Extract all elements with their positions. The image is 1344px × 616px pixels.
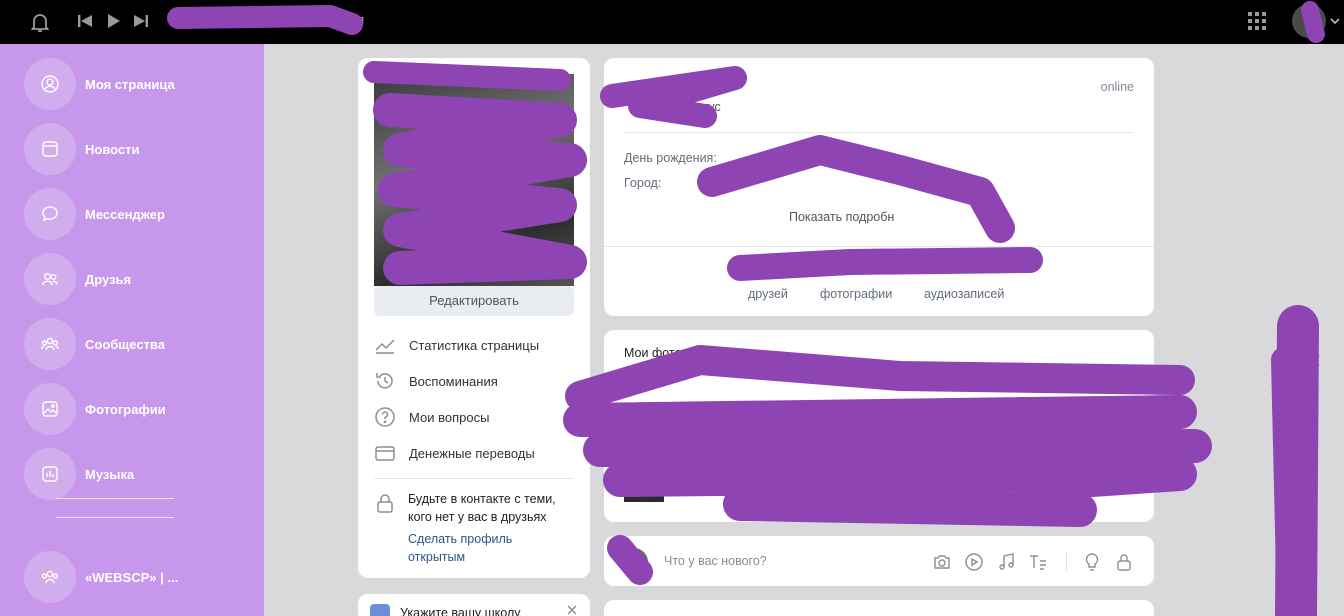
compose-divider	[1066, 553, 1067, 571]
stats-icon	[375, 339, 395, 354]
edit-profile-button[interactable]: Редактировать	[374, 286, 574, 316]
sidebar-item-label: Сообщества	[85, 336, 165, 352]
wall-card	[604, 600, 1154, 616]
lock-icon[interactable]	[1114, 552, 1134, 572]
counter-friends[interactable]: друзей	[748, 287, 788, 301]
sidebar-item-communities[interactable]: Сообщества	[24, 318, 254, 370]
news-icon	[42, 141, 58, 157]
video-icon[interactable]	[964, 552, 984, 572]
lightbulb-icon[interactable]	[1082, 552, 1102, 572]
sidebar-item-label: «WEBSCP» | ...	[85, 569, 179, 585]
school-prompt-text: Укажите вашу школу	[400, 606, 521, 616]
photos-title[interactable]: Мои фотогр	[624, 346, 693, 360]
new-post-input[interactable]: Что у вас нового?	[664, 554, 767, 568]
sidebar-item-community-webscp[interactable]: «WEBSCP» | ...	[24, 551, 254, 603]
sidebar-item-label: Музыка	[85, 466, 135, 482]
profile-card: Редактировать Статистика страницы Воспом…	[358, 58, 590, 578]
school-prompt-card[interactable]: Укажите вашу школу	[358, 594, 590, 616]
music-note-icon[interactable]	[996, 552, 1016, 572]
sidebar-item-label: Новости	[85, 141, 140, 157]
play-icon[interactable]	[106, 12, 122, 30]
next-track-icon[interactable]	[132, 12, 150, 30]
bell-icon[interactable]	[28, 10, 52, 34]
music-icon	[42, 466, 58, 482]
chat-bubble-icon	[42, 206, 58, 222]
sidebar-item-music[interactable]: Музыка	[24, 448, 254, 500]
sidebar-item-label: Друзья	[85, 271, 132, 287]
sidebar-item-messenger[interactable]: Мессенджер	[24, 188, 254, 240]
user-avatar[interactable]	[1292, 4, 1326, 38]
city-label: Город:	[624, 176, 662, 190]
sidebar-divider	[56, 517, 174, 518]
communities-icon	[40, 337, 60, 351]
menu-item-memories[interactable]: Воспоминания	[374, 370, 498, 392]
top-bar: ня	[0, 0, 1344, 44]
apps-grid-icon[interactable]	[1246, 10, 1268, 32]
avatar	[620, 548, 648, 576]
menu-item-money-transfers[interactable]: Денежные переводы	[374, 442, 535, 464]
menu-item-label: Статистика страницы	[409, 337, 540, 353]
sidebar-item-label: Мессенджер	[85, 206, 165, 222]
question-icon	[375, 407, 395, 427]
sidebar-item-label: Моя страница	[85, 76, 175, 92]
privacy-hint: Будьте в контакте с теми, кого нет у вас…	[408, 492, 556, 524]
post-compose-card: Что у вас нового?	[604, 536, 1154, 586]
menu-item-questions[interactable]: Мои вопросы	[374, 406, 489, 428]
track-title[interactable]: ня	[350, 12, 364, 27]
info-divider	[604, 246, 1154, 247]
close-icon[interactable]	[566, 604, 578, 616]
show-details-link[interactable]: Показать подробн	[789, 210, 894, 224]
friends-icon	[41, 272, 58, 286]
chevron-down-icon[interactable]	[1329, 15, 1341, 27]
sidebar-item-label: Фотографии	[85, 401, 166, 417]
online-status: online	[1100, 80, 1134, 94]
previous-track-icon[interactable]	[76, 12, 94, 30]
sidebar-item-news[interactable]: Новости	[24, 123, 254, 175]
photo-thumbnail[interactable]	[624, 478, 664, 502]
birthday-label: День рождения:	[624, 151, 717, 165]
menu-item-label: Мои вопросы	[409, 409, 490, 425]
text-format-icon[interactable]	[1028, 552, 1048, 572]
school-icon	[370, 604, 390, 616]
sidebar-divider	[56, 498, 174, 499]
counter-audio[interactable]: аудиозаписей	[924, 287, 1004, 301]
sidebar-item-my-page[interactable]: Моя страница	[24, 58, 254, 110]
counter-photos[interactable]: фотографии	[820, 287, 892, 301]
menu-item-stats[interactable]: Статистика страницы	[374, 334, 539, 356]
user-circle-icon	[41, 75, 59, 93]
my-photos-card: Мои фотогр	[604, 330, 1154, 522]
sidebar-item-friends[interactable]: Друзья	[24, 253, 254, 305]
lock-icon	[377, 494, 393, 513]
history-icon	[376, 373, 393, 389]
sidebar-item-photos[interactable]: Фотографии	[24, 383, 254, 435]
info-divider	[624, 132, 1134, 133]
card-icon	[375, 446, 395, 461]
communities-icon	[41, 570, 59, 584]
profile-photo[interactable]	[374, 74, 574, 286]
make-profile-public-link[interactable]: Сделать профиль открытым	[408, 530, 548, 566]
menu-divider	[374, 478, 574, 479]
left-sidebar: Моя страница Новости Мессенджер Друзья С…	[0, 44, 264, 616]
close-icon[interactable]	[1308, 354, 1322, 368]
profile-info-card: online статус День рождения: Город: Пока…	[604, 58, 1154, 316]
status-text[interactable]: статус	[684, 100, 721, 114]
menu-item-label: Воспоминания	[409, 373, 498, 389]
menu-item-label: Денежные переводы	[409, 445, 535, 461]
photo-icon	[42, 401, 58, 417]
camera-icon[interactable]	[932, 552, 952, 572]
